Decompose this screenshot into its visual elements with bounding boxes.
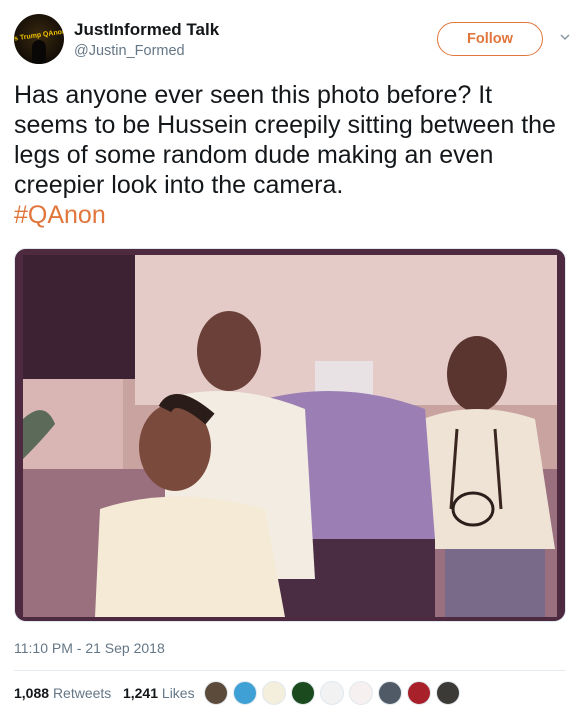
liker-avatar-5-icon[interactable] bbox=[320, 681, 344, 705]
chevron-down-icon[interactable] bbox=[560, 32, 570, 42]
tweet-timestamp[interactable]: 11:10 PM - 21 Sep 2018 bbox=[14, 640, 165, 656]
avatar[interactable]: Is Trump QAnon? bbox=[14, 14, 64, 64]
tweet-photo[interactable] bbox=[14, 248, 566, 622]
liker-avatar-9-icon[interactable] bbox=[436, 681, 460, 705]
liker-avatar-7-icon[interactable] bbox=[378, 681, 402, 705]
liker-avatar-1-icon[interactable] bbox=[204, 681, 228, 705]
liker-avatar-3-icon[interactable] bbox=[262, 681, 286, 705]
user-handle[interactable]: @Justin_Formed bbox=[74, 43, 185, 59]
hashtag-link[interactable]: #QAnon bbox=[14, 200, 570, 230]
liker-avatar-8-icon[interactable] bbox=[407, 681, 431, 705]
retweets-label[interactable]: Retweets bbox=[53, 685, 111, 701]
avatar-figure bbox=[32, 40, 46, 64]
liker-avatar-2-icon[interactable] bbox=[233, 681, 257, 705]
likes-label[interactable]: Likes bbox=[162, 685, 195, 701]
retweets-count[interactable]: 1,088 bbox=[14, 685, 49, 701]
display-name[interactable]: JustInformed Talk bbox=[74, 20, 219, 40]
likes-count[interactable]: 1,241 bbox=[123, 685, 158, 701]
liker-avatar-4-icon[interactable] bbox=[291, 681, 315, 705]
tweet-body: Has anyone ever seen this photo before? … bbox=[14, 81, 556, 199]
liker-avatars bbox=[204, 680, 465, 706]
photo-image bbox=[15, 249, 565, 621]
tweet-stats: 1,088 Retweets 1,241 Likes bbox=[14, 685, 195, 701]
tweet-text: Has anyone ever seen this photo before? … bbox=[14, 80, 570, 230]
divider bbox=[14, 670, 566, 671]
tweet-header: Is Trump QAnon? JustInformed Talk @Justi… bbox=[14, 14, 570, 66]
liker-avatar-6-icon[interactable] bbox=[349, 681, 373, 705]
follow-button[interactable]: Follow bbox=[437, 22, 543, 56]
